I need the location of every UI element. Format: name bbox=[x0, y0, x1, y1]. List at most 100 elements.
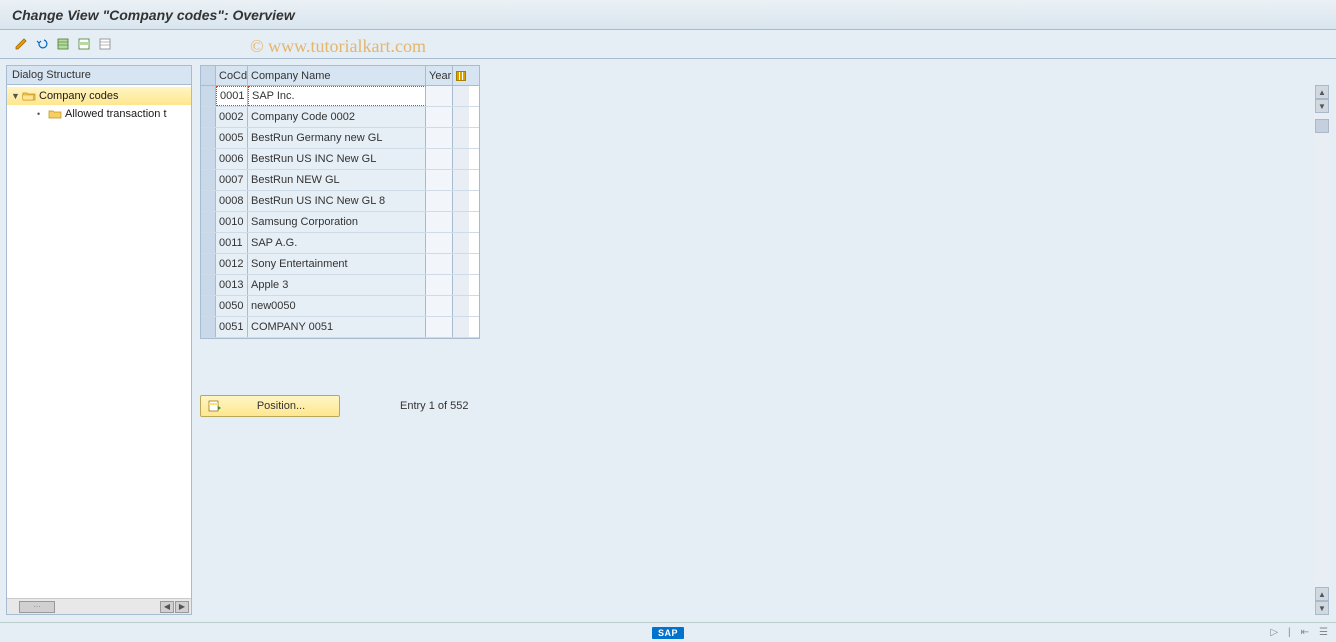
cell-year[interactable] bbox=[426, 212, 453, 232]
status-menu-icon[interactable]: ☰ bbox=[1319, 627, 1328, 638]
cell-cocd[interactable]: 0011 bbox=[216, 233, 248, 253]
row-selector[interactable] bbox=[201, 86, 216, 106]
row-selector[interactable] bbox=[201, 191, 216, 211]
header-company-name[interactable]: Company Name bbox=[248, 66, 426, 85]
deselect-all-icon[interactable] bbox=[96, 35, 114, 53]
table-row[interactable]: 0011 SAP A.G. bbox=[201, 233, 479, 254]
status-back-icon[interactable]: ⇤ bbox=[1301, 627, 1309, 638]
cell-year[interactable] bbox=[426, 254, 453, 274]
cell-company-name[interactable]: SAP A.G. bbox=[248, 233, 426, 253]
table-row[interactable]: 0013 Apple 3 bbox=[201, 275, 479, 296]
row-selector[interactable] bbox=[201, 233, 216, 253]
folder-open-icon bbox=[21, 89, 37, 103]
scroll-left-icon[interactable]: ◀ bbox=[160, 601, 174, 613]
row-selector[interactable] bbox=[201, 296, 216, 316]
row-selector[interactable] bbox=[201, 212, 216, 232]
cell-company-name[interactable]: Sony Entertainment bbox=[248, 254, 426, 274]
cell-cocd[interactable]: 0012 bbox=[216, 254, 248, 274]
status-separator: | bbox=[1288, 627, 1291, 638]
cell-scroll-gutter bbox=[453, 128, 469, 148]
cell-scroll-gutter bbox=[453, 149, 469, 169]
cell-year[interactable] bbox=[426, 107, 453, 127]
cell-scroll-gutter bbox=[453, 212, 469, 232]
display-change-icon[interactable] bbox=[12, 35, 30, 53]
cell-cocd[interactable]: 0001 bbox=[216, 86, 248, 106]
cell-cocd[interactable]: 0013 bbox=[216, 275, 248, 295]
cell-company-name[interactable]: Apple 3 bbox=[248, 275, 426, 295]
table-row[interactable]: 0050 new0050 bbox=[201, 296, 479, 317]
cell-year[interactable] bbox=[426, 86, 453, 106]
scroll-drag-handle[interactable]: ⋯ bbox=[19, 601, 55, 613]
table-row[interactable]: 0002 Company Code 0002 bbox=[201, 107, 479, 128]
undo-icon[interactable] bbox=[33, 35, 51, 53]
cell-cocd[interactable]: 0008 bbox=[216, 191, 248, 211]
cell-company-name[interactable]: Company Code 0002 bbox=[248, 107, 426, 127]
header-year[interactable]: Year bbox=[426, 66, 453, 85]
table-row[interactable]: 0007 BestRun NEW GL bbox=[201, 170, 479, 191]
tree-horizontal-scrollbar[interactable]: ⋯ ◀ ▶ bbox=[7, 598, 191, 614]
cell-scroll-gutter bbox=[453, 275, 469, 295]
header-cocd[interactable]: CoCd bbox=[216, 66, 248, 85]
table-row[interactable]: 0012 Sony Entertainment bbox=[201, 254, 479, 275]
page-title: Change View "Company codes": Overview bbox=[0, 0, 1336, 30]
tree-item-company-codes[interactable]: ▼ Company codes bbox=[7, 87, 191, 105]
cell-company-name[interactable]: new0050 bbox=[248, 296, 426, 316]
tree-expand-icon[interactable]: ▼ bbox=[11, 91, 21, 101]
cell-year[interactable] bbox=[426, 275, 453, 295]
cell-company-name[interactable]: BestRun NEW GL bbox=[248, 170, 426, 190]
scroll-thumb[interactable] bbox=[1315, 119, 1329, 133]
cell-year[interactable] bbox=[426, 233, 453, 253]
scroll-bottom-icon[interactable]: ▼ bbox=[1315, 601, 1329, 615]
row-selector[interactable] bbox=[201, 254, 216, 274]
row-selector[interactable] bbox=[201, 170, 216, 190]
row-selector[interactable] bbox=[201, 275, 216, 295]
row-selector[interactable] bbox=[201, 128, 216, 148]
cell-year[interactable] bbox=[426, 149, 453, 169]
table-row[interactable]: 0001 SAP Inc. bbox=[201, 86, 479, 107]
cell-cocd[interactable]: 0005 bbox=[216, 128, 248, 148]
tree-item-allowed-transaction[interactable]: • Allowed transaction t bbox=[7, 105, 191, 123]
cell-year[interactable] bbox=[426, 317, 453, 337]
row-selector[interactable] bbox=[201, 317, 216, 337]
table-row[interactable]: 0006 BestRun US INC New GL bbox=[201, 149, 479, 170]
cell-year[interactable] bbox=[426, 191, 453, 211]
cell-company-name[interactable]: Samsung Corporation bbox=[248, 212, 426, 232]
position-icon bbox=[207, 399, 223, 413]
cell-cocd[interactable]: 0007 bbox=[216, 170, 248, 190]
cell-year[interactable] bbox=[426, 128, 453, 148]
table-row[interactable]: 0051 COMPANY 0051 bbox=[201, 317, 479, 338]
cell-company-name[interactable]: BestRun Germany new GL bbox=[248, 128, 426, 148]
row-selector[interactable] bbox=[201, 107, 216, 127]
cell-company-name[interactable]: SAP Inc. bbox=[248, 86, 426, 106]
row-selector[interactable] bbox=[201, 149, 216, 169]
cell-company-name[interactable]: BestRun US INC New GL bbox=[248, 149, 426, 169]
table-config-icon[interactable] bbox=[453, 66, 469, 85]
tree-bullet-icon: • bbox=[37, 109, 47, 119]
cell-year[interactable] bbox=[426, 296, 453, 316]
cell-company-name[interactable]: COMPANY 0051 bbox=[248, 317, 426, 337]
cell-cocd[interactable]: 0051 bbox=[216, 317, 248, 337]
scroll-down-icon[interactable]: ▲ bbox=[1315, 587, 1329, 601]
table-row[interactable]: 0005 BestRun Germany new GL bbox=[201, 128, 479, 149]
position-button-label: Position... bbox=[229, 400, 333, 412]
table-row[interactable]: 0008 BestRun US INC New GL 8 bbox=[201, 191, 479, 212]
scroll-up-icon[interactable]: ▲ bbox=[1315, 85, 1329, 99]
cell-cocd[interactable]: 0010 bbox=[216, 212, 248, 232]
position-button[interactable]: Position... bbox=[200, 395, 340, 417]
table-vertical-scrollbar[interactable]: ▲ ▼ ▲ ▼ bbox=[1314, 85, 1330, 615]
scroll-right-icon[interactable]: ▶ bbox=[175, 601, 189, 613]
cell-cocd[interactable]: 0050 bbox=[216, 296, 248, 316]
work-area: Dialog Structure ▼ Company codes • Allow… bbox=[0, 59, 1336, 621]
table-row[interactable]: 0010 Samsung Corporation bbox=[201, 212, 479, 233]
scroll-down-step-icon[interactable]: ▼ bbox=[1315, 99, 1329, 113]
header-selector[interactable] bbox=[201, 66, 216, 85]
select-block-icon[interactable] bbox=[75, 35, 93, 53]
status-right: ▷ | ⇤ ☰ bbox=[1270, 627, 1328, 638]
cell-cocd[interactable]: 0006 bbox=[216, 149, 248, 169]
cell-cocd[interactable]: 0002 bbox=[216, 107, 248, 127]
cell-company-name[interactable]: BestRun US INC New GL 8 bbox=[248, 191, 426, 211]
dialog-tree: ▼ Company codes • Allowed transaction t bbox=[7, 85, 191, 598]
cell-year[interactable] bbox=[426, 170, 453, 190]
select-all-icon[interactable] bbox=[54, 35, 72, 53]
right-content: CoCd Company Name Year 0001 SAP Inc. 000… bbox=[200, 65, 1330, 615]
